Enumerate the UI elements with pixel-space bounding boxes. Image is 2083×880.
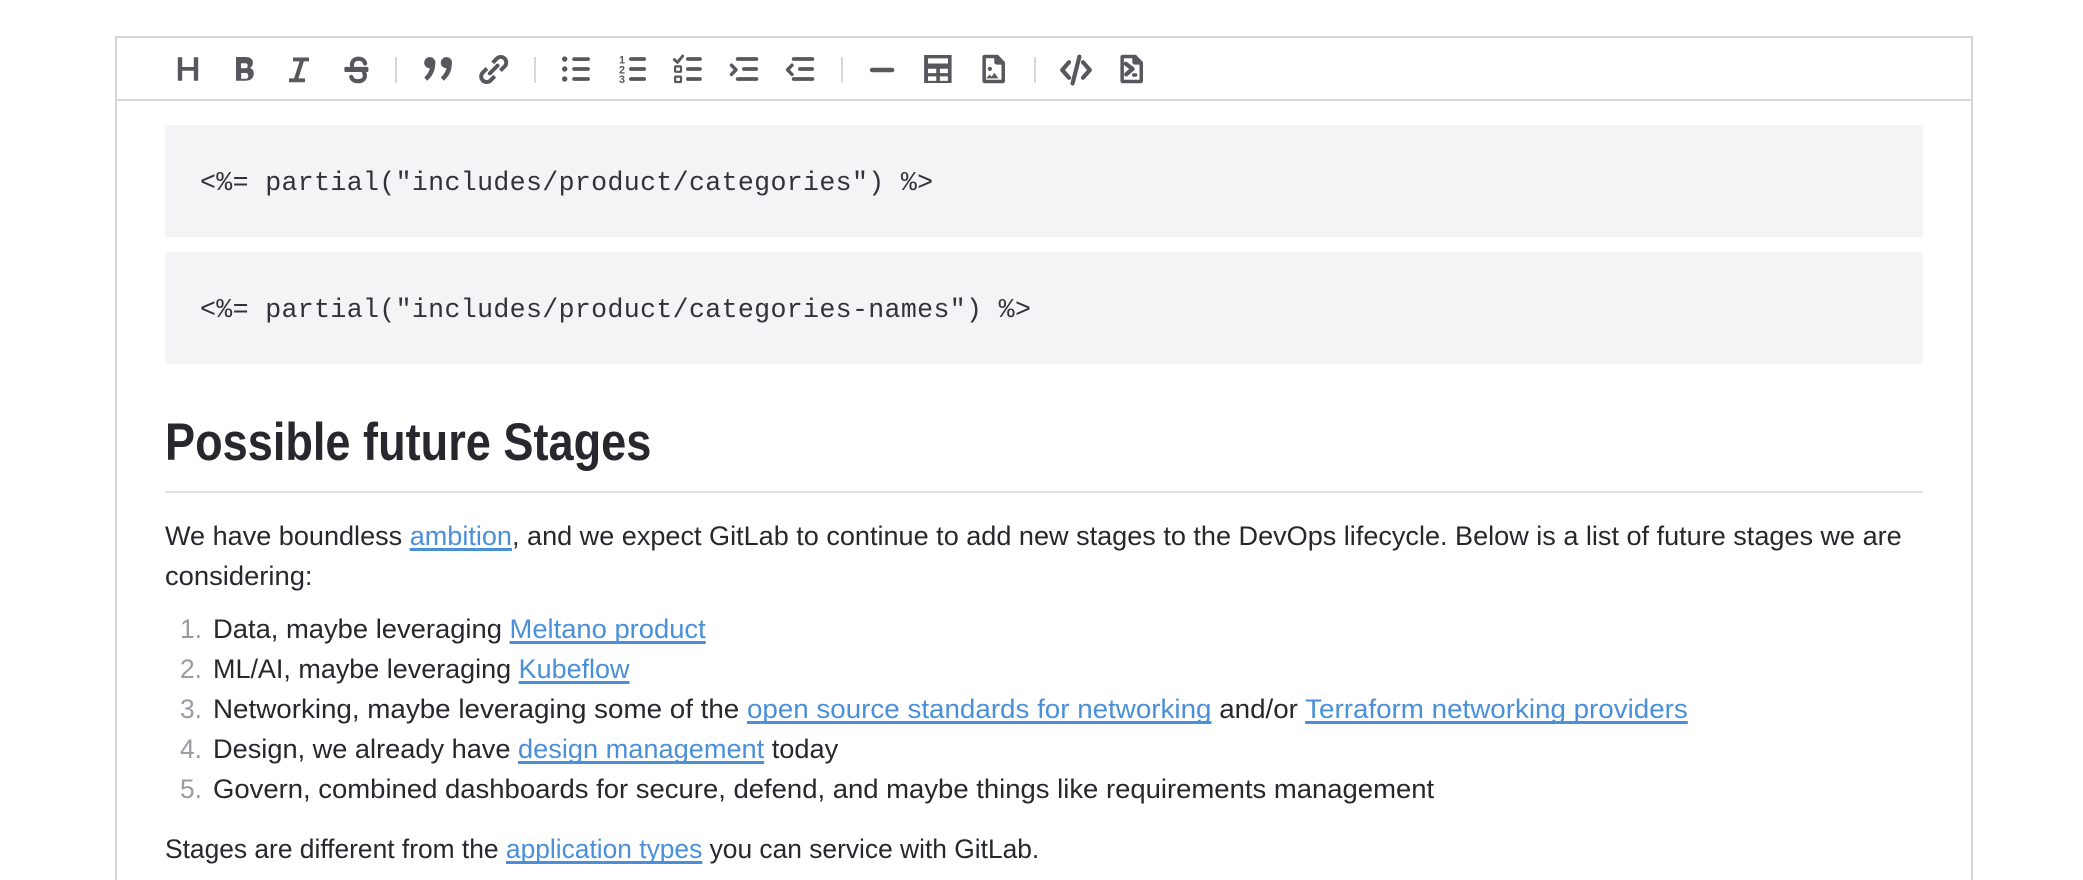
svg-text:3: 3 bbox=[619, 74, 625, 86]
